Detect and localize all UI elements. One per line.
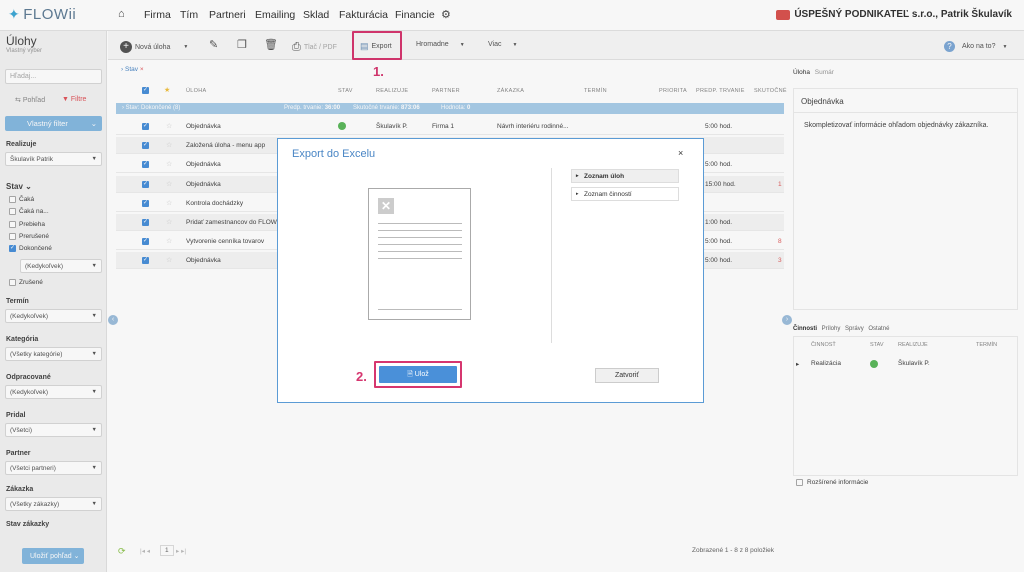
save-highlight-frame: [374, 361, 462, 388]
option-zoznam-uloh[interactable]: ▸ Zoznam úloh: [571, 169, 679, 183]
close-icon[interactable]: ×: [678, 148, 683, 158]
close-button[interactable]: Zatvoriť: [595, 368, 659, 383]
triangle-right-icon: ▸: [576, 191, 579, 197]
modal-title: Export do Excelu: [292, 148, 376, 160]
excel-document-illustration: ✕: [368, 188, 471, 320]
option-zoznam-cinnosti[interactable]: ▸ Zoznam činností: [571, 187, 679, 201]
annotation-step-2: 2.: [356, 369, 367, 384]
modal-divider: [551, 168, 552, 343]
triangle-right-icon: ▸: [576, 173, 579, 179]
excel-x-icon: ✕: [378, 198, 394, 214]
